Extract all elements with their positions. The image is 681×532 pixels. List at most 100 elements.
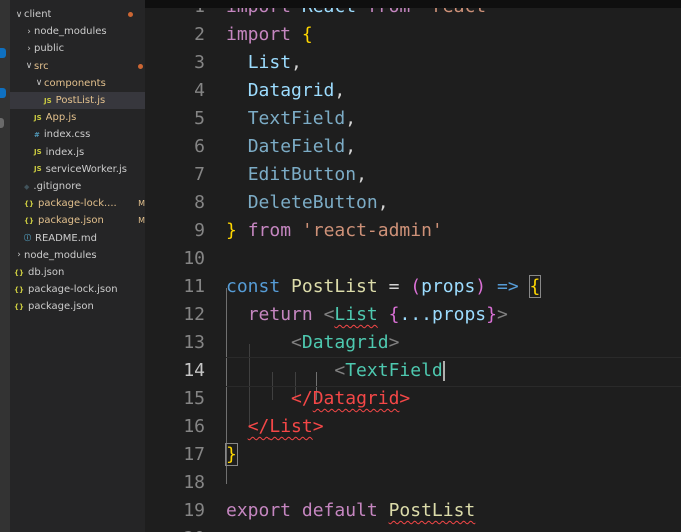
line-number: 13 [183,332,205,353]
code-line-7: 7 EditButton, [145,161,681,189]
line-number: 14 [183,360,205,381]
text-cursor [442,361,445,381]
line-number: 12 [183,304,205,325]
modified-dot-icon [138,63,143,69]
line-number: 18 [183,472,205,493]
identifier: React [302,8,356,17]
git-status-badge: M [138,199,145,209]
identifier: DeleteButton [247,192,378,213]
keyword: import [226,24,292,45]
keyword: import [226,8,291,17]
explorer-item[interactable]: ∨ components [10,75,145,92]
explorer-item[interactable]: › node_modules [10,23,145,40]
explorer-item[interactable]: {} package-lock.... M [10,195,145,212]
line-number: 19 [183,500,205,521]
operator: => [496,276,519,297]
code-line-17: 17 } [145,441,681,469]
explorer-item-label: package-lock.json [27,284,118,296]
explorer-item[interactable]: JSApp.jsM [10,109,145,126]
css-file-icon: # [34,130,40,139]
code-line-9: 9 } from 'react-admin' [145,217,681,245]
line-number: 5 [194,108,205,129]
keyword: from [367,8,410,17]
explorer-item-label: PostList.js [55,95,106,106]
explorer-item[interactable]: {} package.json [10,298,145,315]
explorer-item[interactable]: › node_modules [10,247,145,264]
code-line-18: 18 [145,469,681,497]
explorer-item[interactable]: {} package.json M [10,212,145,229]
code-line-6: 6 DateField, [145,133,681,161]
explorer-item[interactable]: ∨ client [10,6,145,23]
tag-bracket: </ [291,388,313,409]
code-line-2: 2 import { [145,21,681,49]
jsx-tag: List [334,304,378,325]
explorer-item[interactable]: JS serviceWorker.js [10,161,145,178]
identifier: ...props [399,304,487,325]
jsx-tag: List [269,416,313,437]
line-number: 7 [194,164,205,185]
line-number: 20 [145,525,205,532]
code-line-19: 19 export default PostList [145,497,681,525]
line-number: 4 [194,80,205,101]
explorer-item-label: package-lock.... [37,198,117,210]
tag-bracket: > [312,416,324,437]
code-editor[interactable]: 1 import React from 'react' 2 import { 3… [145,8,681,532]
explorer-item[interactable]: # index.css [10,126,145,143]
code-line-16: 16 </List> [145,413,681,441]
keyword: return [247,304,313,325]
javascript-file-icon: JS [44,96,52,105]
notification-badge-icon[interactable] [0,48,6,58]
chevron-right-icon: › [27,43,31,54]
jsx-tag: TextField [345,360,443,381]
line-number: 8 [194,192,205,213]
explorer-item[interactable]: {} package-lock.json [10,281,145,298]
explorer-item-label: README.md [35,232,98,244]
explorer-item[interactable]: JSPostList.js7, U [10,92,145,109]
code-line-4: 4 Datagrid, [145,77,681,105]
explorer-item-label: package.json [37,215,104,227]
keyword: export [226,500,292,521]
explorer-item-label: client [24,9,52,20]
identifier: List [247,52,292,73]
activity-item-icon[interactable] [0,118,4,128]
code-line-13: 13 <Datagrid> [145,329,681,357]
chevron-down-icon: ∨ [25,61,33,72]
explorer-item[interactable]: ⓘ README.md [10,230,145,247]
explorer-item[interactable]: JS index.js [10,144,145,161]
explorer-item[interactable]: ∨ src [10,58,145,75]
function-name: PostList [291,276,378,297]
explorer-item-label: db.json [27,267,65,278]
activity-item-icon[interactable] [0,88,6,98]
explorer-item-label: node_modules [34,26,107,38]
comma: , [345,108,357,129]
bracket: { [301,24,313,45]
chevron-right-icon: › [17,250,21,261]
git-status-badge: M [138,216,145,226]
jsx-tag: Datagrid [312,388,400,409]
string: 'react-admin' [301,220,443,241]
comma: , [291,52,302,73]
line-number: 6 [194,136,205,157]
identifier: EditButton [247,164,357,185]
code-line-10: 10 [145,245,681,273]
javascript-file-icon: JS [34,165,42,174]
javascript-file-icon: JS [34,148,42,157]
line-number: 10 [183,248,205,269]
explorer-item[interactable]: › public [10,40,145,57]
line-number: 15 [183,388,205,409]
keyword: default [301,500,378,521]
javascript-file-icon: JS [34,113,42,122]
explorer-item-label: public [34,43,65,55]
comma: , [345,136,357,157]
json-file-icon: {} [24,216,34,225]
activity-bar [0,0,10,532]
explorer-item-label: node_modules [24,249,97,261]
explorer-item-label: package.json [27,301,94,313]
code-line-8: 8 DeleteButton, [145,189,681,217]
chevron-down-icon: ∨ [15,9,23,20]
modified-dot-icon [128,12,133,17]
function-name: PostList [388,500,476,521]
explorer-item[interactable]: ◆ .gitignore [10,178,145,195]
explorer-item-label: .gitignore [33,181,82,192]
explorer-item[interactable]: {} db.json [10,264,145,281]
